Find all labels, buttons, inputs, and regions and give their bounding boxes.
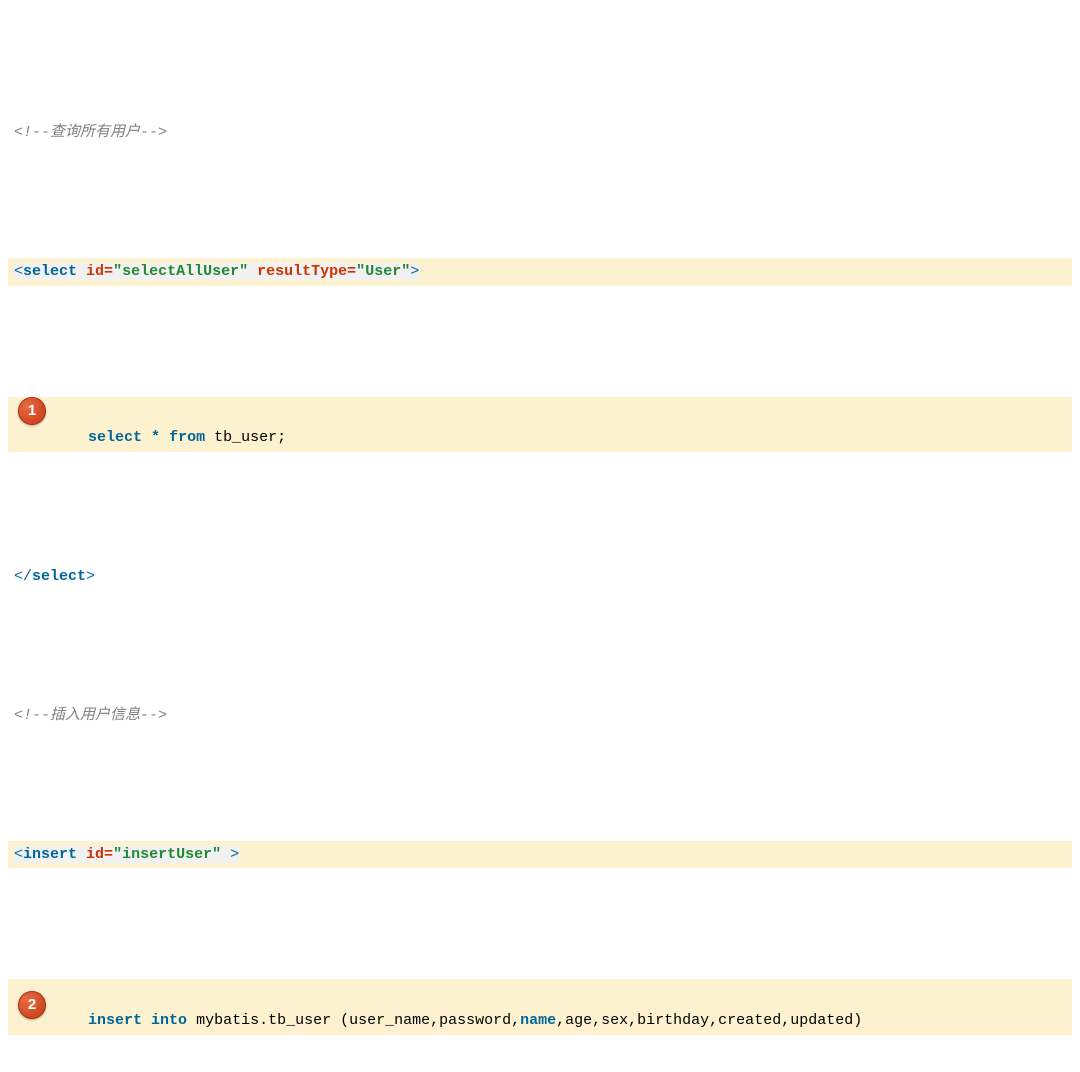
select-body: 1select * from tb_user; — [8, 397, 1072, 453]
insert-open-tag: <insert id="insertUser" > — [8, 841, 1072, 869]
select-open-tag: <select id="selectAllUser" resultType="U… — [8, 258, 1072, 286]
xml-comment: <!--插入用户信息--> — [14, 707, 167, 724]
badge-2: 2 — [18, 991, 46, 1019]
xml-comment: <!--查询所有用户--> — [14, 124, 167, 141]
comment-line: <!--插入用户信息--> — [8, 702, 1072, 730]
badge-1: 1 — [18, 397, 46, 425]
insert-body-1: 2insert into mybatis.tb_user (user_name,… — [8, 979, 1072, 1035]
code-block: <!--查询所有用户--> <select id="selectAllUser"… — [8, 8, 1072, 1072]
comment-line: <!--查询所有用户--> — [8, 119, 1072, 147]
select-close-tag: </select> — [8, 563, 1072, 591]
